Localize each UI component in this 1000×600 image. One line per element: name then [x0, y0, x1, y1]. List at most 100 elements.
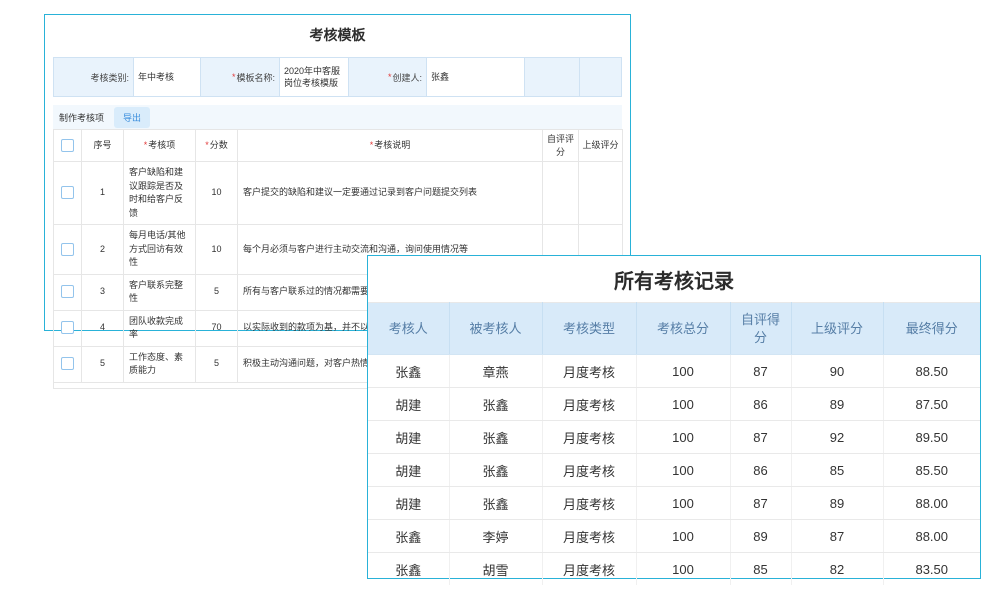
checkbox[interactable]	[61, 139, 74, 152]
supervisor-score-cell: 87	[791, 520, 883, 553]
self-score-cell: 85	[730, 553, 791, 586]
supervisor-score-cell: 85	[791, 454, 883, 487]
supervisor-score-cell	[579, 162, 623, 225]
records-header-cell: 考核总分	[636, 303, 730, 355]
page: 考核模板 考核类别: 年中考核 * 模板名称: 2020年中客服岗位考核模版 *…	[0, 0, 1000, 600]
select-all-header-cell	[54, 130, 82, 162]
item-cell: 客户缺陷和建议跟踪是否及时和给客户反馈	[124, 162, 196, 225]
desc-cell: 客户提交的缺陷和建议一定要通过记录到客户问题提交列表	[238, 162, 543, 225]
creator-field[interactable]: 张鑫	[427, 58, 525, 96]
score-cell: 70	[196, 310, 238, 346]
record-row: 张鑫李婷月度考核100898788.00	[368, 520, 980, 553]
assessor-cell: 张鑫	[368, 520, 449, 553]
template-toolbar: 制作考核项 导出	[53, 105, 622, 129]
export-button[interactable]: 导出	[114, 107, 150, 128]
score-cell: 5	[196, 346, 238, 382]
assessor-cell: 胡建	[368, 388, 449, 421]
final-score-cell: 85.50	[883, 454, 980, 487]
total-score-cell: 100	[636, 388, 730, 421]
self-score-cell: 89	[730, 520, 791, 553]
assessee-cell: 张鑫	[449, 454, 542, 487]
item-cell: 每月电话/其他方式回访有效性	[124, 225, 196, 275]
template-table-header-row: 序号*考核项*分数*考核说明自评评分上级评分	[54, 130, 623, 162]
form-empty-cell	[525, 58, 580, 96]
supervisor-score-cell: 89	[791, 388, 883, 421]
seq-cell: 2	[82, 225, 124, 275]
supervisor-score-cell: 90	[791, 355, 883, 388]
score-cell: 5	[196, 274, 238, 310]
assessee-cell: 张鑫	[449, 421, 542, 454]
records-header-cell: 最终得分	[883, 303, 980, 355]
header-label: 分数	[210, 140, 228, 150]
assessor-cell: 胡建	[368, 487, 449, 520]
required-mark: *	[388, 72, 392, 82]
self-score-cell: 86	[730, 454, 791, 487]
records-panel-title: 所有考核记录	[368, 256, 980, 302]
self-score-cell: 87	[730, 355, 791, 388]
header-label: 自评评分	[547, 134, 574, 157]
type-cell: 月度考核	[542, 454, 636, 487]
checkbox[interactable]	[61, 357, 74, 370]
self-score-cell: 87	[730, 487, 791, 520]
type-cell: 月度考核	[542, 355, 636, 388]
header-label: 序号	[93, 140, 111, 150]
record-row: 胡建张鑫月度考核100879289.50	[368, 421, 980, 454]
make-items-tab[interactable]: 制作考核项	[59, 111, 104, 124]
checkbox[interactable]	[61, 321, 74, 334]
checkbox[interactable]	[61, 285, 74, 298]
assessee-cell: 章燕	[449, 355, 542, 388]
records-table-header-row: 考核人被考核人考核类型考核总分自评得分上级评分最终得分	[368, 303, 980, 355]
assessee-cell: 张鑫	[449, 487, 542, 520]
supervisor-score-cell: 89	[791, 487, 883, 520]
total-score-cell: 100	[636, 487, 730, 520]
records-header-cell: 考核类型	[542, 303, 636, 355]
type-cell: 月度考核	[542, 421, 636, 454]
seq-cell: 1	[82, 162, 124, 225]
header-label: 考核说明	[374, 140, 410, 150]
checkbox-cell	[54, 310, 82, 346]
header-label: 上级评分	[582, 140, 618, 150]
score-cell: 10	[196, 162, 238, 225]
checkbox-cell	[54, 225, 82, 275]
total-score-cell: 100	[636, 553, 730, 586]
required-mark: *	[370, 140, 374, 150]
assessor-cell: 张鑫	[368, 553, 449, 586]
template-header-cell: 上级评分	[579, 130, 623, 162]
records-header-cell: 自评得分	[730, 303, 791, 355]
type-cell: 月度考核	[542, 388, 636, 421]
total-score-cell: 100	[636, 520, 730, 553]
template-name-label: * 模板名称:	[201, 58, 280, 96]
supervisor-score-cell: 82	[791, 553, 883, 586]
records-table: 考核人被考核人考核类型考核总分自评得分上级评分最终得分 张鑫章燕月度考核1008…	[368, 302, 980, 585]
header-label: 考核项	[148, 140, 175, 150]
records-header-cell: 被考核人	[449, 303, 542, 355]
template-header-cell: *分数	[196, 130, 238, 162]
category-field[interactable]: 年中考核	[134, 58, 201, 96]
final-score-cell: 89.50	[883, 421, 980, 454]
record-row: 张鑫章燕月度考核100879088.50	[368, 355, 980, 388]
item-cell: 团队收款完成率	[124, 310, 196, 346]
creator-label: * 创建人:	[349, 58, 427, 96]
item-cell: 客户联系完整性	[124, 274, 196, 310]
checkbox[interactable]	[61, 243, 74, 256]
total-score-cell: 100	[636, 421, 730, 454]
checkbox-cell	[54, 346, 82, 382]
assessment-records-panel: 所有考核记录 考核人被考核人考核类型考核总分自评得分上级评分最终得分 张鑫章燕月…	[367, 255, 981, 579]
final-score-cell: 88.50	[883, 355, 980, 388]
required-mark: *	[205, 140, 209, 150]
template-header-cell: *考核说明	[238, 130, 543, 162]
required-mark: *	[144, 140, 148, 150]
checkbox-cell	[54, 274, 82, 310]
record-row: 胡建张鑫月度考核100868987.50	[368, 388, 980, 421]
total-score-cell: 100	[636, 355, 730, 388]
self-score-cell: 86	[730, 388, 791, 421]
template-item-row: 1客户缺陷和建议跟踪是否及时和给客户反馈10客户提交的缺陷和建议一定要通过记录到…	[54, 162, 623, 225]
checkbox-cell	[54, 162, 82, 225]
template-name-field[interactable]: 2020年中客服岗位考核模版	[280, 58, 349, 96]
assessor-cell: 胡建	[368, 454, 449, 487]
self-score-cell	[543, 162, 579, 225]
assessee-cell: 张鑫	[449, 388, 542, 421]
assessor-cell: 胡建	[368, 421, 449, 454]
template-header-cell: 自评评分	[543, 130, 579, 162]
checkbox[interactable]	[61, 186, 74, 199]
